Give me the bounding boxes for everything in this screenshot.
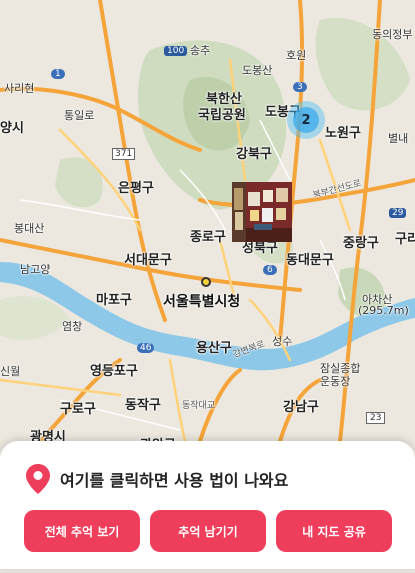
label-yangsi: 양시 [0, 121, 24, 136]
label-mapogu: 마포구 [96, 293, 132, 308]
label-eunpyeonggu: 은평구 [118, 181, 154, 196]
label-dongui: 동의정부 [372, 28, 413, 41]
label-dobongsan: 도봉산 [242, 64, 273, 77]
label-sarihyeon: 사리현 [4, 82, 35, 95]
label-yeongdeungpogu: 영등포구 [90, 364, 138, 379]
view-all-memories-button[interactable]: 전체 추억 보기 [24, 510, 140, 552]
label-guri: 구리 [395, 232, 415, 247]
label-tongilro: 통일로 [64, 109, 95, 122]
usage-hint[interactable]: 여기를 클릭하면 사용 법이 나와요 [26, 464, 288, 494]
label-gangnamgu: 강남구 [283, 400, 319, 415]
route-shield-6: 6 [263, 265, 277, 275]
label-gangbukgu: 강북구 [236, 147, 272, 162]
usage-hint-text: 여기를 클릭하면 사용 법이 나와요 [60, 471, 289, 490]
label-yongsangu: 용산구 [196, 341, 232, 356]
label-sinwol: 신월 [0, 365, 21, 378]
cluster-count: 2 [293, 107, 319, 133]
label-achasan-height: (295.7m) [358, 304, 409, 317]
label-hoewon: 호원 [286, 49, 307, 62]
label-seongsu: 성수 [272, 335, 293, 348]
leave-memory-button[interactable]: 추억 남기기 [150, 510, 266, 552]
label-songchu: 송추 [190, 44, 211, 57]
share-my-map-button[interactable]: 내 지도 공유 [276, 510, 392, 552]
label-dongjakgu: 동작구 [125, 398, 161, 413]
label-jungnanggu: 중랑구 [343, 236, 379, 251]
route-shield-371: 371 [112, 148, 136, 160]
label-namgoyang: 남고양 [20, 263, 51, 276]
route-shield-29: 29 [389, 208, 407, 218]
memory-photo-marker[interactable] [232, 182, 292, 242]
map-pin-icon [26, 464, 50, 494]
label-dongdaemungu: 동대문구 [286, 253, 334, 268]
route-shield-100: 100 [164, 46, 188, 56]
route-shield-23: 23 [366, 412, 386, 424]
label-jamsil-stadium: 운동장 [320, 375, 351, 388]
label-jongrogu: 종로구 [190, 230, 226, 245]
label-gurogu: 구로구 [60, 402, 96, 417]
label-bongdaesan: 봉대산 [14, 222, 45, 235]
label-seodaemungu: 서대문구 [124, 253, 172, 268]
photo-thumbnail-image [232, 182, 292, 242]
route-shield-3: 3 [293, 82, 307, 92]
bottom-panel: 여기를 클릭하면 사용 법이 나와요 전체 추억 보기 추억 남기기 내 지도 … [0, 441, 415, 569]
label-dongjakdaegyo: 동작대교 [182, 401, 216, 411]
label-byeolnae: 별내 [388, 132, 409, 145]
label-nowongu: 노원구 [325, 126, 361, 141]
label-national-park: 국립공원 [198, 108, 246, 123]
cityhall-marker-icon [201, 277, 211, 287]
label-yeomchang: 염창 [62, 320, 83, 333]
route-shield-46: 46 [137, 343, 155, 353]
route-shield-1: 1 [51, 69, 65, 79]
memory-cluster-marker[interactable]: 2 [287, 101, 325, 139]
label-seoul-cityhall: 서울특별시청 [163, 294, 241, 310]
